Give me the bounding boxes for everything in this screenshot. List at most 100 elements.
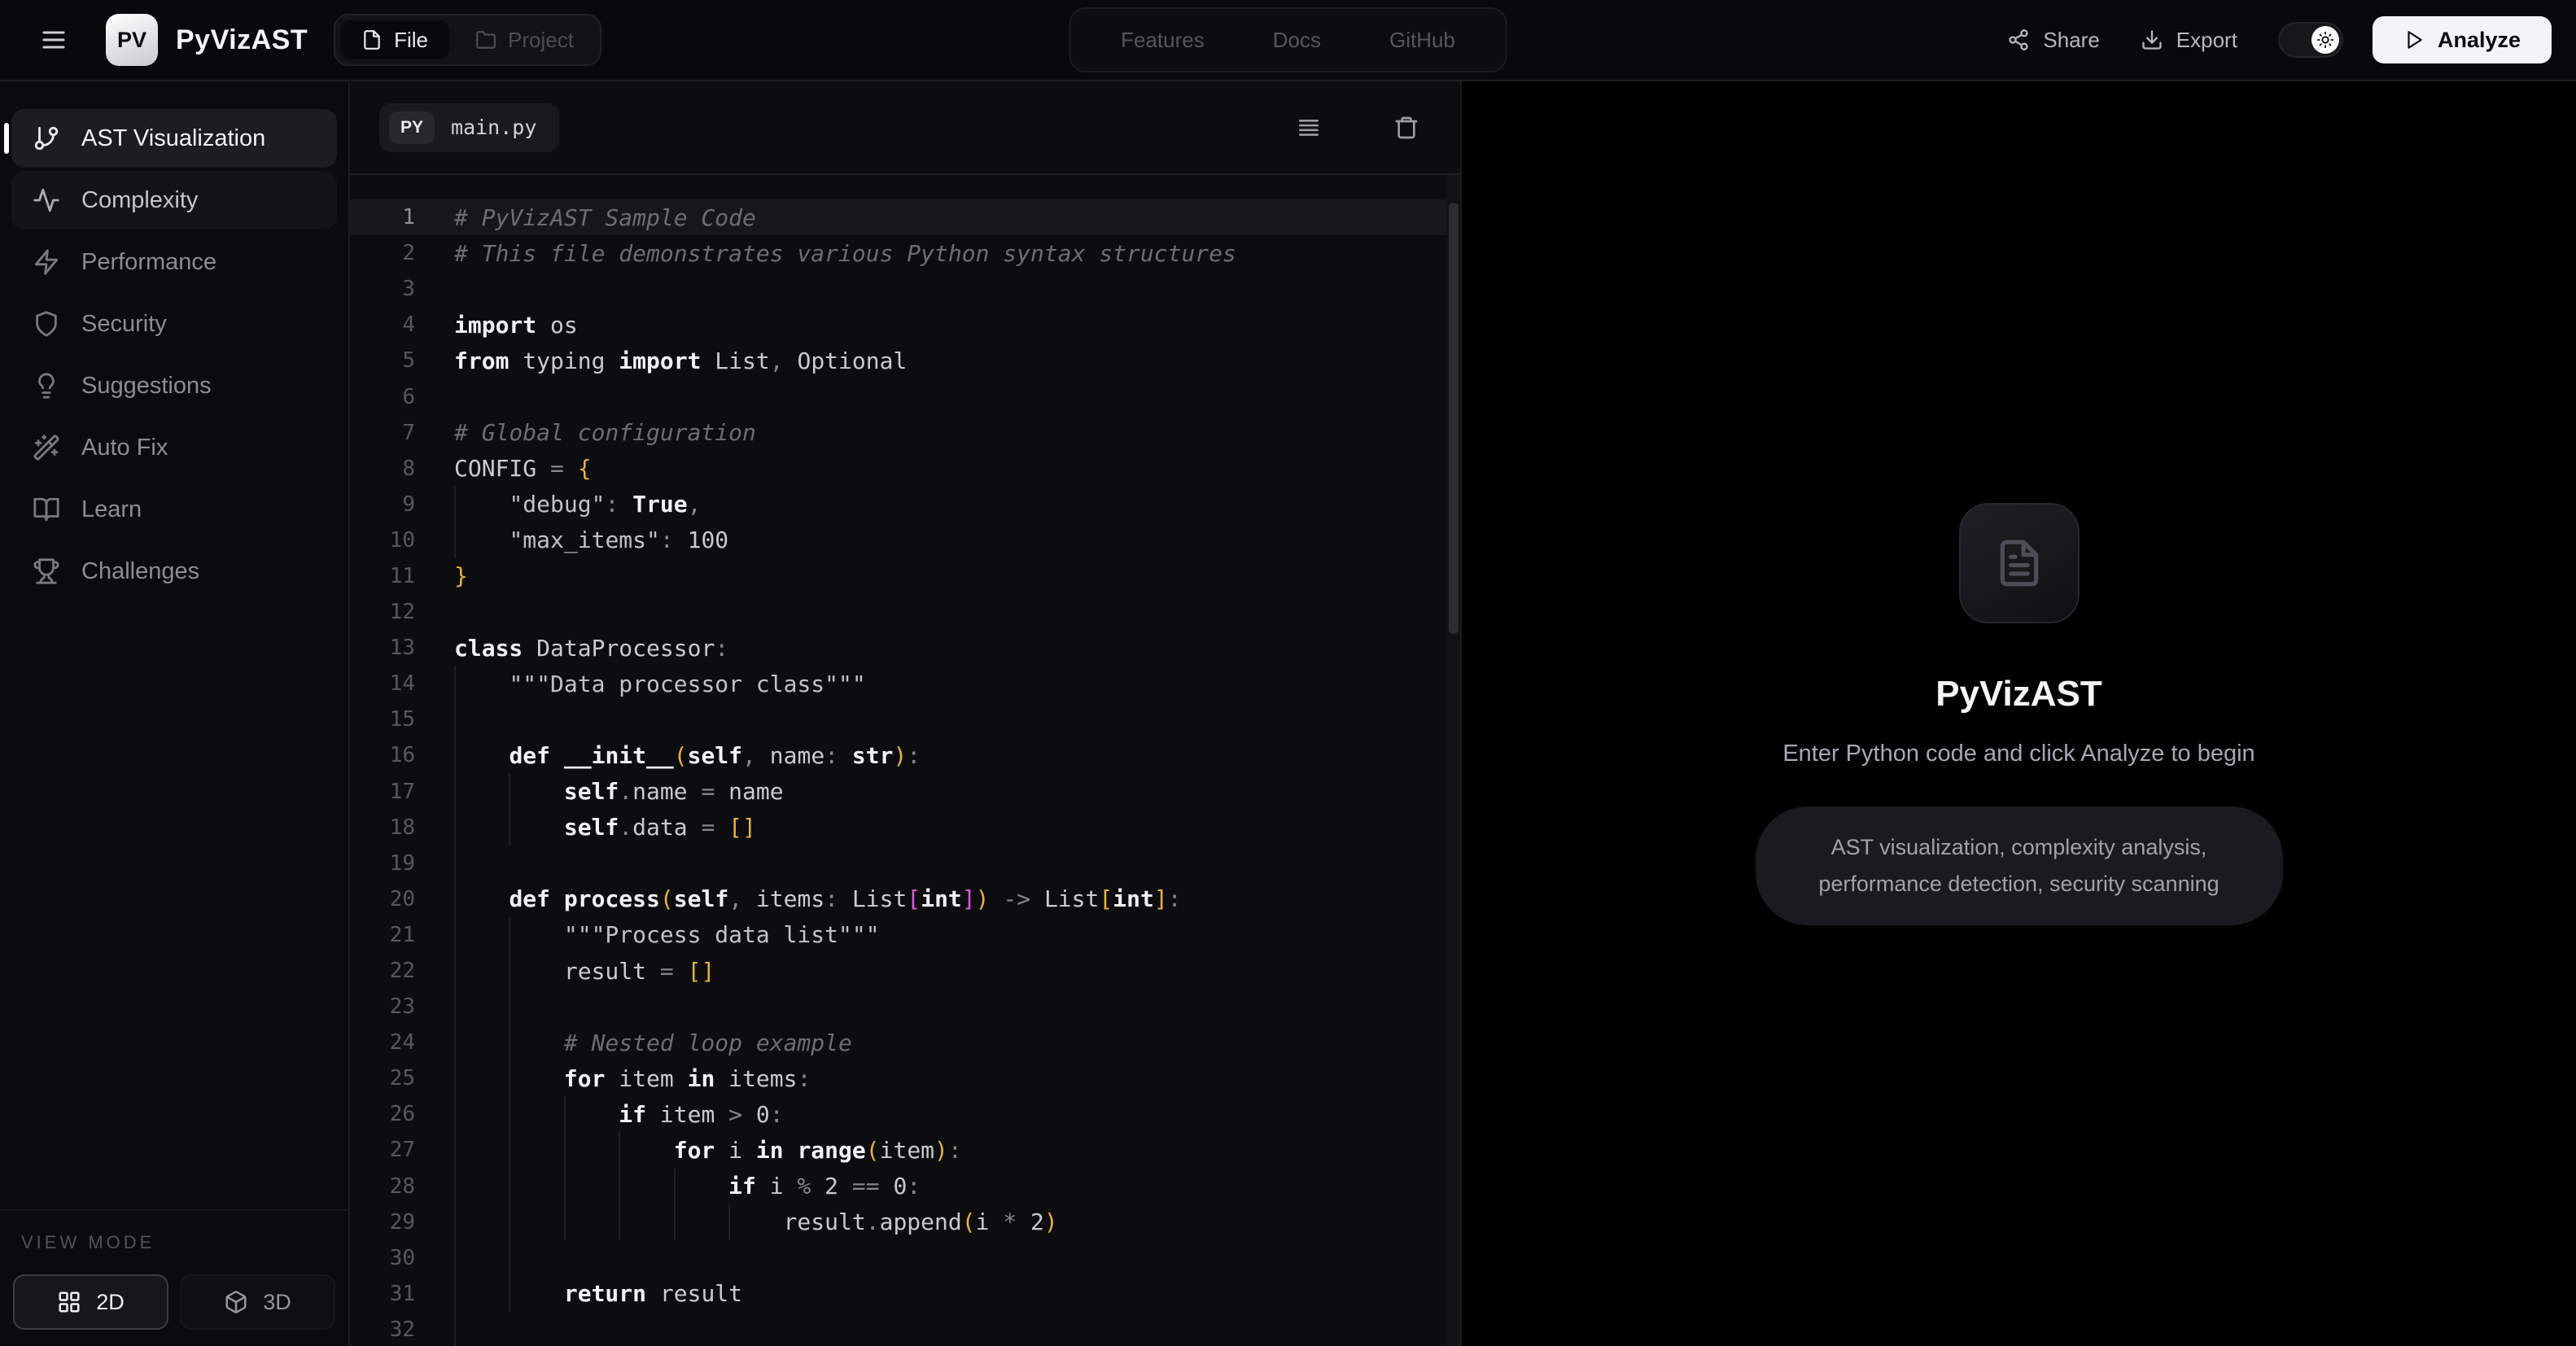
code-token: item <box>646 1100 729 1128</box>
share-button[interactable]: Share <box>2007 28 2100 53</box>
code-line[interactable]: 26 if item > 0: <box>350 1096 1460 1133</box>
features-pill: AST visualization, complexity analysis, … <box>1755 806 2283 925</box>
sidebar-item-ast-visualization[interactable]: AST Visualization <box>11 109 337 168</box>
code-token: self <box>673 885 729 913</box>
code-line[interactable]: 5 from typing import List, Optional <box>350 343 1460 378</box>
app-title: PyVizAST <box>176 24 308 55</box>
nav-item-github[interactable]: GitHub <box>1389 28 1455 53</box>
editor-scrollbar[interactable] <box>1447 175 1460 1346</box>
menu-button[interactable] <box>39 25 68 55</box>
code-line[interactable]: 16 def __init__(self, name: str): <box>350 737 1460 774</box>
sidebar-item-challenges[interactable]: Challenges <box>11 542 337 601</box>
code-line[interactable]: 30 <box>350 1239 1460 1276</box>
nav-item-features[interactable]: Features <box>1121 28 1205 53</box>
code-line[interactable]: 12 <box>350 594 1460 630</box>
line-content: if item > 0: <box>454 1096 784 1133</box>
code-line[interactable]: 3 <box>350 271 1460 307</box>
source-mode-switcher: File Project <box>334 14 601 66</box>
code-token: . <box>619 778 633 806</box>
code-line[interactable]: 22 result = [] <box>350 952 1460 990</box>
indent-guide <box>454 1311 456 1346</box>
code-line[interactable]: 6 <box>350 378 1460 414</box>
sidebar-item-security[interactable]: Security <box>11 295 337 353</box>
code-line[interactable]: 29 result. append(i * 2) <box>350 1204 1460 1240</box>
sidebar-item-performance[interactable]: Performance <box>11 233 337 291</box>
indent-guide <box>509 989 511 1025</box>
export-button[interactable]: Export <box>2141 28 2237 53</box>
code-token: 2 <box>1030 1208 1044 1236</box>
nav-item-docs[interactable]: Docs <box>1273 28 1321 53</box>
analyze-button[interactable]: Analyze <box>2372 16 2552 63</box>
code-token: i <box>975 1208 1004 1236</box>
grid-icon <box>57 1290 81 1314</box>
view-mode-2d-button[interactable]: 2D <box>13 1274 168 1330</box>
code-line[interactable]: 9 "debug": True, <box>350 486 1460 522</box>
view-mode-3d-button[interactable]: 3D <box>180 1274 335 1330</box>
code-line[interactable]: 21 """Process data list""" <box>350 916 1460 953</box>
code-line[interactable]: 24 # Nested loop example <box>350 1025 1460 1061</box>
sidebar-item-label: Performance <box>81 248 217 275</box>
code-area[interactable]: 1 # PyVizAST Sample Code 2 # This file demo… <box>350 175 1460 1346</box>
editor-scrollbar-thumb[interactable] <box>1449 203 1459 634</box>
code-line[interactable]: 18 self. data = [] <box>350 809 1460 846</box>
align-justify-icon <box>1296 115 1322 141</box>
line-number: 30 <box>389 1245 415 1270</box>
code-token: self <box>563 814 619 841</box>
code-line[interactable]: 13 class DataProcessor: <box>350 630 1460 666</box>
code-line[interactable]: 10 "max_items": 100 <box>350 522 1460 558</box>
code-line[interactable]: 19 <box>350 845 1460 881</box>
code-line[interactable]: 32 <box>350 1311 1460 1346</box>
code-token: ) <box>1043 1208 1058 1236</box>
sidebar-item-label: AST Visualization <box>81 125 266 151</box>
line-number: 10 <box>389 527 415 553</box>
code-line[interactable]: 2 # This file demonstrates various Python… <box>350 235 1460 271</box>
line-number: 12 <box>389 600 415 625</box>
line-content: # Global configuration <box>454 415 756 451</box>
code-token: ( <box>961 1208 976 1236</box>
indent-guide <box>619 1168 621 1204</box>
sidebar-items: AST Visualization Complexity Performance Se… <box>11 109 337 604</box>
code-token: : <box>1167 885 1182 913</box>
code-line[interactable]: 1 # PyVizAST Sample Code <box>350 199 1460 236</box>
file-tab-main-py[interactable]: PY main.py <box>379 103 560 152</box>
code-line[interactable]: 4 import os <box>350 307 1460 343</box>
share-icon <box>2007 28 2030 51</box>
code-token: in <box>755 1136 784 1164</box>
view-mode-buttons: 2D 3D <box>13 1274 335 1330</box>
code-line[interactable]: 27 for i in range(item): <box>350 1132 1460 1169</box>
format-code-button[interactable] <box>1296 115 1322 141</box>
code-token: DataProcessor <box>523 634 715 662</box>
code-line[interactable]: 8 CONFIG = { <box>350 451 1460 487</box>
line-content: class DataProcessor: <box>454 630 728 666</box>
line-number: 18 <box>389 815 415 840</box>
code-line[interactable]: 25 for item in items: <box>350 1060 1460 1097</box>
clear-code-button[interactable] <box>1393 115 1419 141</box>
sidebar-item-learn[interactable]: Learn <box>11 480 337 539</box>
sidebar-item-auto-fix[interactable]: Auto Fix <box>11 418 337 477</box>
project-mode-button[interactable]: Project <box>454 20 595 59</box>
indent-guide <box>563 1168 566 1204</box>
code-line[interactable]: 20 def process(self, items: List[int]) -… <box>350 881 1460 917</box>
theme-toggle[interactable] <box>2277 22 2343 58</box>
sidebar-item-complexity[interactable]: Complexity <box>11 171 337 229</box>
code-line[interactable]: 23 <box>350 989 1460 1025</box>
sidebar-item-suggestions[interactable]: Suggestions <box>11 356 337 415</box>
code-line[interactable]: 31 return result <box>350 1275 1460 1312</box>
code-line[interactable]: 11} <box>350 558 1460 594</box>
code-line[interactable]: 15 <box>350 701 1460 738</box>
view-mode-label: VIEW MODE <box>21 1232 155 1252</box>
code-token: [] <box>728 814 756 841</box>
code-line[interactable]: 17 self. name = name <box>350 773 1460 810</box>
file-mode-button[interactable]: File <box>340 20 450 59</box>
code-line[interactable]: 28 if i % 2 == 0: <box>350 1168 1460 1204</box>
file-tab-filename: main.py <box>451 116 537 139</box>
header: PV PyVizAST File Project Features Docs Git… <box>0 0 2576 81</box>
code-token: item <box>879 1136 935 1164</box>
indent-guide <box>509 1239 511 1276</box>
code-line[interactable]: 14 """Data processor class""" <box>350 666 1460 702</box>
code-line[interactable]: 7 # Global configuration <box>350 415 1460 451</box>
code-token: result <box>454 1208 866 1236</box>
code-token: ) <box>893 741 908 769</box>
